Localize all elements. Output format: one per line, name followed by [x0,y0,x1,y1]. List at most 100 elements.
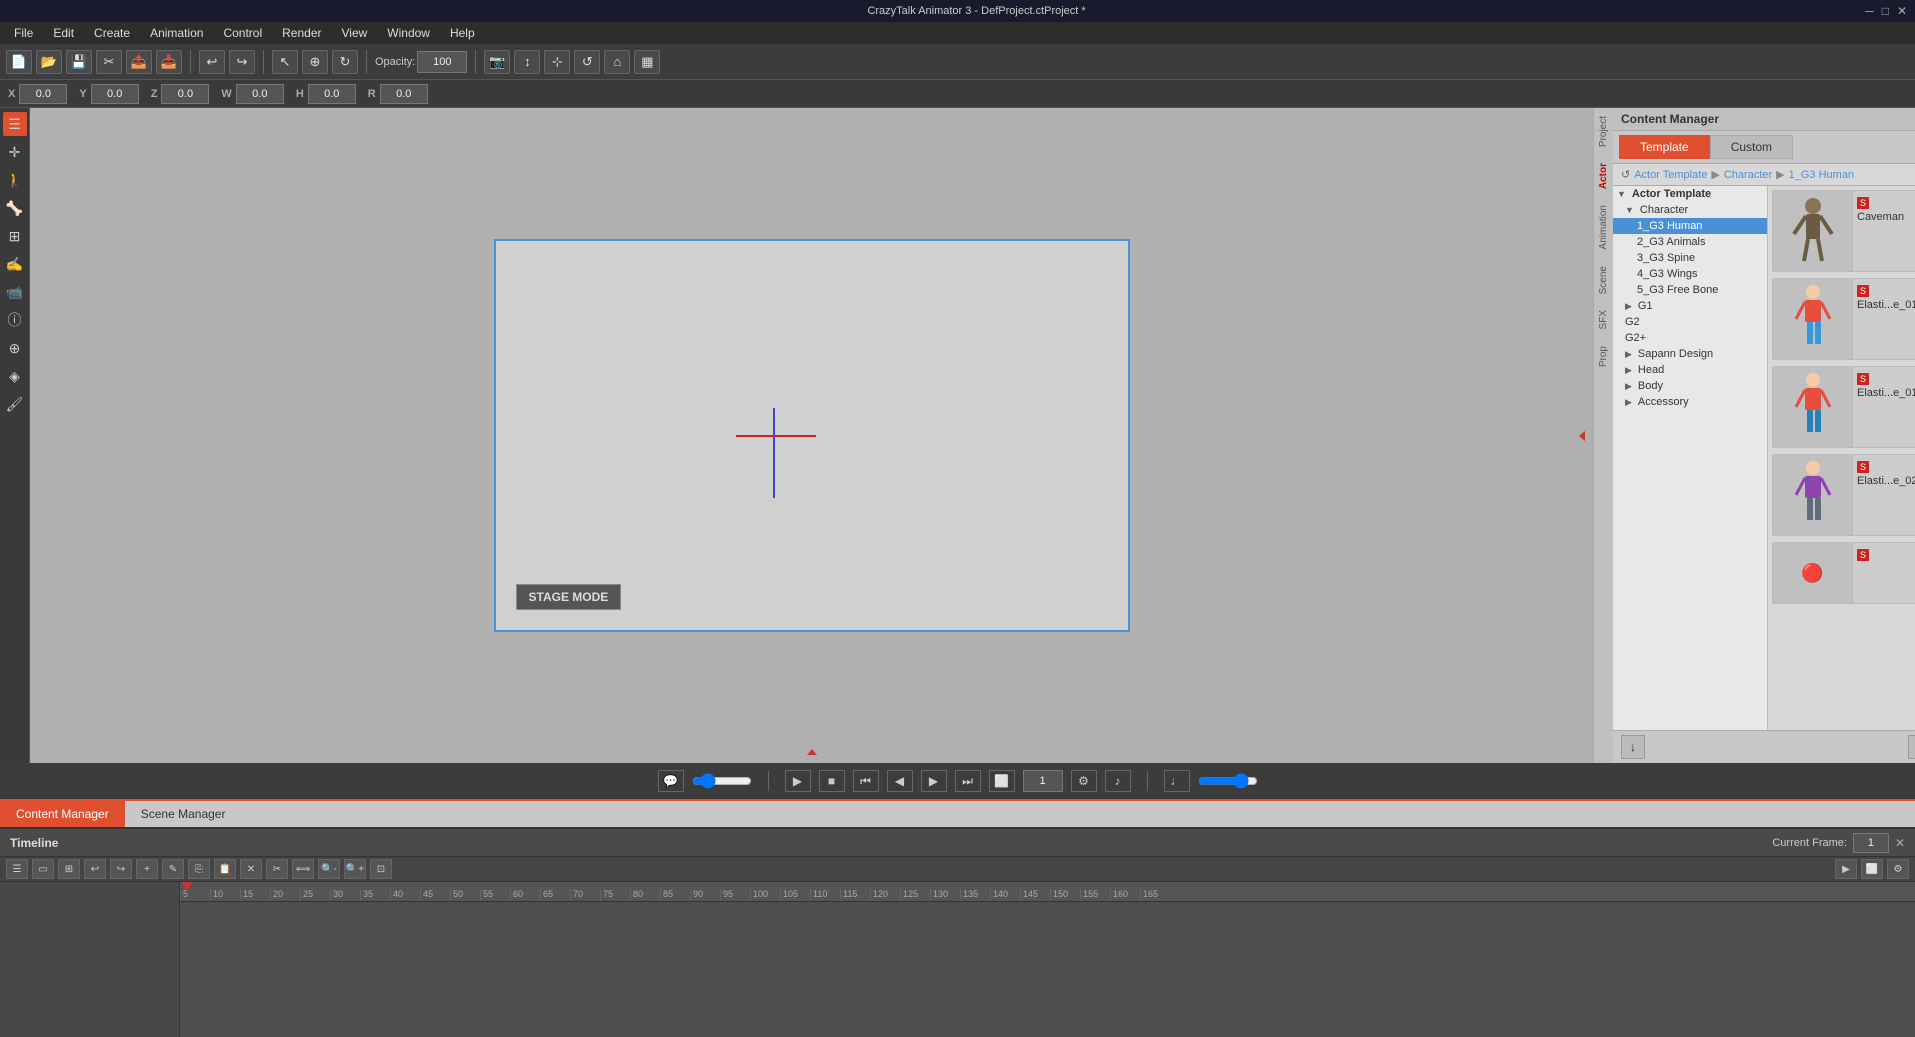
tl-copy[interactable]: ⎘ [188,859,210,879]
undo-button[interactable]: ↩ [199,50,225,74]
scroll-right-arrow[interactable] [1575,431,1585,441]
menu-render[interactable]: Render [272,24,331,42]
tl-play[interactable]: ▶ [1835,859,1857,879]
tree-sapann[interactable]: ▶ Sapann Design [1613,346,1767,362]
scroll-up-arrow[interactable] [807,745,817,755]
audio-button[interactable]: ♪ [1105,770,1131,792]
bc-actor-template[interactable]: Actor Template [1634,169,1707,181]
menu-help[interactable]: Help [440,24,485,42]
tl-paste[interactable]: 📋 [214,859,236,879]
frame-input[interactable]: 1 [1023,770,1063,792]
tool-camera[interactable]: 📹 [3,280,27,304]
play-button[interactable]: ▶ [785,770,811,792]
canvas-area[interactable]: STAGE MODE [30,108,1593,763]
speech-slider[interactable] [692,773,752,789]
music-slider[interactable] [1198,773,1258,789]
speech-button[interactable]: 💬 [658,770,684,792]
tree-g3human[interactable]: 1_G3 Human [1613,218,1767,234]
open-button[interactable]: 📂 [36,50,62,74]
home-button[interactable]: ⌂ [604,50,630,74]
new-button[interactable]: 📄 [6,50,32,74]
menu-window[interactable]: Window [377,24,440,42]
tree-accessory[interactable]: ▶ Accessory [1613,394,1767,410]
y-input[interactable] [91,84,139,104]
tree-g2[interactable]: G2 [1613,314,1767,330]
redo-button[interactable]: ↪ [229,50,255,74]
side-tab-sfx[interactable]: SFX [1594,302,1613,337]
tree-body[interactable]: ▶ Body [1613,378,1767,394]
tl-group[interactable]: ⊞ [58,859,80,879]
tree-g3animals[interactable]: 2_G3 Animals [1613,234,1767,250]
preview-more[interactable]: 🔴 S [1772,542,1915,604]
tl-expand-all[interactable]: ☰ [6,859,28,879]
tab-template[interactable]: Template [1619,135,1710,159]
bc-character[interactable]: Character [1724,169,1772,181]
reset-button[interactable]: ↺ [574,50,600,74]
import-button[interactable]: 📥 [156,50,182,74]
tool-info[interactable]: ⓘ [3,308,27,332]
side-tab-scene[interactable]: Scene [1594,258,1613,302]
tl-delete[interactable]: ✕ [240,859,262,879]
tree-g2plus[interactable]: G2+ [1613,330,1767,346]
menu-create[interactable]: Create [84,24,140,42]
menu-control[interactable]: Control [213,24,272,42]
settings-button[interactable]: ⚙ [1071,770,1097,792]
side-tab-animation[interactable]: Animation [1594,197,1613,257]
tree-head[interactable]: ▶ Head [1613,362,1767,378]
tool-extra[interactable]: ◈ [3,364,27,388]
prev-frame-button[interactable]: ⏮ [853,770,879,792]
tool-add[interactable]: ⊕ [3,336,27,360]
preview-elasti01s[interactable]: S Elasti...e_01_S [1772,366,1915,448]
tl-redo[interactable]: ↪ [110,859,132,879]
tool-move[interactable]: ✛ [3,140,27,164]
step-forward-button[interactable]: ▶ [921,770,947,792]
menu-view[interactable]: View [331,24,377,42]
tl-undo[interactable]: ↩ [84,859,106,879]
cm-add-button[interactable]: + [1908,735,1915,759]
record-button[interactable]: ⬜ [989,770,1015,792]
current-frame-input[interactable] [1853,833,1889,853]
tab-scene-manager[interactable]: Scene Manager [125,801,242,827]
tl-remove-key[interactable]: ✎ [162,859,184,879]
tree-actor-template[interactable]: ▼ Actor Template [1613,186,1767,202]
preview-elasti02f[interactable]: S Elasti...e_02_F [1772,454,1915,536]
tl-zoom-out[interactable]: 🔍- [318,859,340,879]
save-button[interactable]: 💾 [66,50,92,74]
menu-edit[interactable]: Edit [43,24,84,42]
tool-mesh[interactable]: ⊞ [3,224,27,248]
tool-paint[interactable]: 🖌 [3,392,27,416]
tl-settings[interactable]: ⚙ [1887,859,1909,879]
side-tab-actor[interactable]: Actor [1594,155,1613,197]
side-tab-project[interactable]: Project [1594,108,1613,155]
r-input[interactable] [380,84,428,104]
tl-transition[interactable]: ⟺ [292,859,314,879]
tree-g1[interactable]: ▶ G1 [1613,298,1767,314]
music-icon[interactable]: ♩ [1164,770,1190,792]
preview-elasti01f[interactable]: S Elasti...e_01_F [1772,278,1915,360]
center-button[interactable]: ⊹ [544,50,570,74]
tl-add-key[interactable]: + [136,859,158,879]
tool-script[interactable]: ✍ [3,252,27,276]
x-input[interactable] [19,84,67,104]
export-button[interactable]: 📤 [126,50,152,74]
cm-download-button[interactable]: ↓ [1621,735,1645,759]
h-input[interactable] [308,84,356,104]
menu-file[interactable]: File [4,24,43,42]
timeline-close-icon[interactable]: ✕ [1895,836,1905,850]
tree-character[interactable]: ▼ Character [1613,202,1767,218]
minimize-button[interactable]: ─ [1865,4,1874,18]
bc-refresh-icon[interactable]: ↺ [1621,168,1630,181]
grid-button[interactable]: ▦ [634,50,660,74]
bc-g3human[interactable]: 1_G3 Human [1789,169,1854,181]
tree-g3wings[interactable]: 4_G3 Wings [1613,266,1767,282]
opacity-input[interactable] [417,51,467,73]
stop-button[interactable]: ■ [819,770,845,792]
tool-bone[interactable]: 🦴 [3,196,27,220]
tool-animate[interactable]: 🚶 [3,168,27,192]
preview-caveman[interactable]: S Caveman [1772,190,1915,272]
tl-collapse[interactable]: ▭ [32,859,54,879]
step-back-button[interactable]: ◀ [887,770,913,792]
select-button[interactable]: ↖ [272,50,298,74]
tl-split[interactable]: ✂ [266,859,288,879]
close-button[interactable]: ✕ [1897,4,1907,18]
